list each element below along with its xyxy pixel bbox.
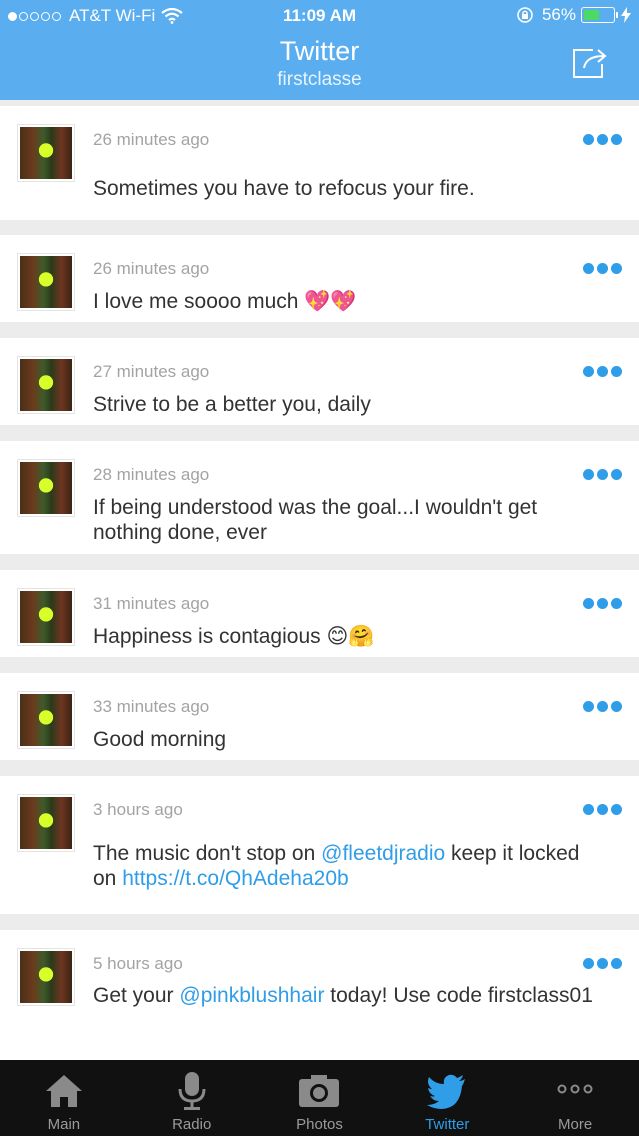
orientation-lock-icon [517, 7, 533, 23]
tweet-text: Happiness is contagious 😊🤗 [93, 624, 375, 648]
tab-label: Photos [296, 1116, 343, 1133]
tweet-text: Sometimes you have to refocus your fire. [93, 177, 475, 200]
tweet-card[interactable]: 3 hours ago The music don't stop on @fle… [0, 776, 639, 914]
tab-photos[interactable]: Photos [256, 1060, 384, 1136]
battery-percent: 56% [541, 5, 576, 24]
sparkling-heart-emoji: 💖💖 [304, 289, 357, 313]
smile-hug-emoji: 😊🤗 [326, 624, 375, 648]
tab-label: Twitter [425, 1116, 470, 1133]
more-options-icon[interactable] [580, 469, 622, 480]
tweet-text: Strive to be a better you, daily [93, 393, 371, 416]
tweet-text: I love me soooo much 💖💖 [93, 289, 357, 313]
tab-label: Main [47, 1116, 81, 1133]
tweet-time: 33 minutes ago [93, 697, 210, 716]
tweet-text: If being understood was the goal...I wou… [93, 496, 538, 544]
tweet-card[interactable]: 33 minutes ago Good morning [0, 673, 639, 760]
tweet-text: Good morning [93, 728, 227, 751]
avatar[interactable] [17, 588, 75, 646]
url-link[interactable]: https://t.co/QhAdeha20b [122, 867, 349, 890]
more-options-icon[interactable] [580, 958, 622, 969]
home-icon [45, 1075, 82, 1107]
tweet-time: 31 minutes ago [93, 594, 210, 613]
avatar[interactable] [17, 948, 75, 1006]
avatar[interactable] [17, 459, 75, 517]
tweet-card[interactable]: 26 minutes ago Sometimes you have to ref… [0, 106, 639, 220]
tweet-time: 26 minutes ago [93, 259, 210, 278]
mention-link[interactable]: @fleetdjradio [321, 842, 445, 865]
tab-label: Radio [172, 1116, 212, 1133]
tweet-time: 5 hours ago [93, 954, 183, 973]
tweet-text: Get your @pinkblushhair today! Use code … [93, 984, 593, 1007]
more-options-icon[interactable] [580, 134, 622, 145]
share-icon[interactable] [571, 46, 609, 80]
tweet-time: 3 hours ago [93, 800, 183, 819]
tab-more[interactable]: More [511, 1060, 639, 1136]
tweet-card[interactable]: 31 minutes ago Happiness is contagious 😊… [0, 570, 639, 657]
more-options-icon[interactable] [580, 263, 622, 274]
camera-icon [299, 1075, 340, 1107]
tweet-card[interactable]: 5 hours ago Get your @pinkblushhair toda… [0, 930, 639, 1060]
more-options-icon[interactable] [580, 366, 622, 377]
more-options-icon[interactable] [580, 701, 622, 712]
tab-label: More [557, 1116, 593, 1133]
tweet-feed[interactable]: 26 minutes ago Sometimes you have to ref… [0, 100, 639, 1060]
tab-twitter[interactable]: Twitter [383, 1060, 511, 1136]
microphone-icon [178, 1072, 206, 1110]
tweet-time: 26 minutes ago [93, 130, 210, 149]
tweet-time: 27 minutes ago [93, 362, 210, 381]
more-icon [557, 1084, 593, 1094]
tweet-card[interactable]: 26 minutes ago I love me soooo much 💖💖 [0, 235, 639, 322]
battery-icon [581, 7, 618, 23]
tab-radio[interactable]: Radio [128, 1060, 256, 1136]
tweet-text: The music don't stop on @fleetdjradio ke… [93, 842, 580, 890]
more-options-icon[interactable] [580, 598, 622, 609]
avatar[interactable] [17, 356, 75, 414]
avatar[interactable] [17, 253, 75, 311]
page-subtitle: firstclasse [277, 69, 362, 90]
tweet-card[interactable]: 28 minutes ago If being understood was t… [0, 441, 639, 554]
status-bar: AT&T Wi-Fi 11:09 AM 56% [0, 0, 639, 32]
tab-main[interactable]: Main [0, 1060, 128, 1136]
avatar[interactable] [17, 794, 75, 852]
tweet-time: 28 minutes ago [93, 465, 210, 484]
more-options-icon[interactable] [580, 804, 622, 815]
charging-icon [621, 7, 631, 23]
avatar[interactable] [17, 124, 75, 182]
twitter-bird-icon [427, 1074, 466, 1109]
app-header: AT&T Wi-Fi 11:09 AM 56% Twitter firstcla… [0, 0, 639, 100]
mention-link[interactable]: @pinkblushhair [179, 984, 324, 1007]
avatar[interactable] [17, 691, 75, 749]
tweet-card[interactable]: 27 minutes ago Strive to be a better you… [0, 338, 639, 425]
tab-bar: Main Radio Photos Twitter More [0, 1060, 639, 1136]
page-title: Twitter [279, 36, 360, 66]
